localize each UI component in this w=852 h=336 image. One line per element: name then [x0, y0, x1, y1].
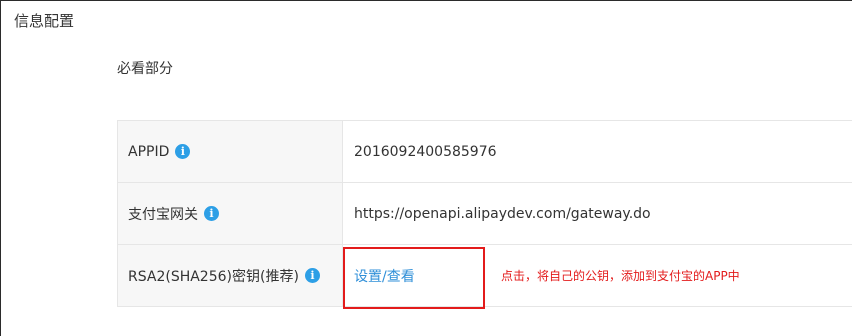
info-icon[interactable]: i	[175, 144, 191, 159]
annotation-text: 点击，将自己的公钥，添加到支付宝的APP中	[501, 269, 740, 283]
info-icon[interactable]: i	[204, 206, 219, 221]
appid-label: APPID	[128, 143, 170, 160]
rsa2-key-label: RSA2(SHA256)密钥(推荐)	[128, 268, 299, 285]
set-view-key-link[interactable]: 设置/查看	[354, 266, 415, 286]
info-config-panel: 信息配置 必看部分 APPID i 2016092400585976 支付宝网关…	[0, 0, 852, 336]
rsa2-label-cell: RSA2(SHA256)密钥(推荐) i	[118, 245, 343, 306]
table-row-appid: APPID i 2016092400585976	[118, 121, 852, 183]
gateway-value: https://openapi.alipaydev.com/gateway.do	[354, 205, 651, 222]
info-icon[interactable]: i	[304, 268, 320, 283]
appid-label-cell: APPID i	[118, 121, 343, 182]
table-row-rsa2-key: RSA2(SHA256)密钥(推荐) i 设置/查看	[118, 245, 852, 307]
gateway-label-cell: 支付宝网关 i	[118, 183, 343, 244]
gateway-label: 支付宝网关	[128, 206, 198, 223]
panel-title: 信息配置	[14, 12, 75, 30]
gateway-value-cell: https://openapi.alipaydev.com/gateway.do	[343, 183, 852, 244]
table-row-gateway: 支付宝网关 i https://openapi.alipaydev.com/ga…	[118, 183, 852, 245]
info-table: APPID i 2016092400585976 支付宝网关 i https:/…	[117, 120, 852, 307]
section-title: 必看部分	[117, 61, 173, 77]
appid-value-cell: 2016092400585976	[343, 121, 852, 182]
appid-value: 2016092400585976	[354, 143, 497, 160]
